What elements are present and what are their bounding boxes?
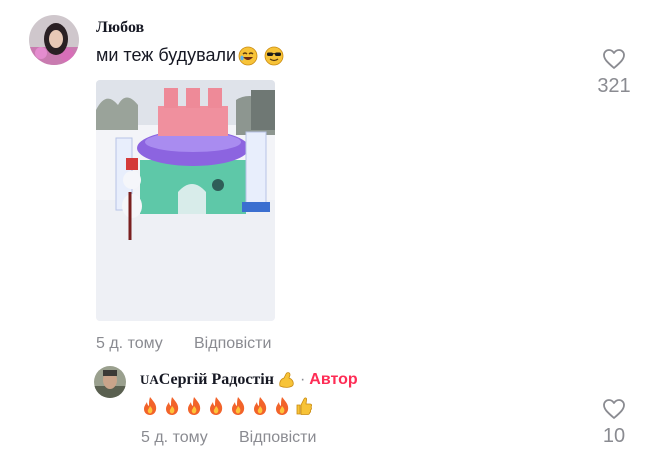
fire-emoji bbox=[210, 397, 223, 415]
author-badge: Автор bbox=[309, 371, 358, 388]
comment-text: ми теж будували bbox=[96, 45, 284, 66]
reply-emojis bbox=[140, 396, 314, 416]
reply-timestamp: 5 д. тому bbox=[141, 429, 208, 446]
header-separator: · bbox=[299, 371, 306, 388]
reply-button[interactable]: Відповісти bbox=[194, 335, 271, 353]
like-count: 321 bbox=[597, 75, 631, 97]
reply-header: UA Сергій Радостін · Автор bbox=[140, 370, 358, 390]
comment-body: ми теж будували bbox=[96, 45, 237, 65]
heart-icon bbox=[603, 49, 625, 69]
fire-emoji bbox=[254, 397, 267, 415]
fire-emoji bbox=[232, 397, 245, 415]
heart-icon bbox=[603, 399, 625, 419]
sunglasses-emoji bbox=[264, 46, 284, 65]
thumbs-up-emoji bbox=[296, 397, 313, 415]
reply-flag: UA bbox=[140, 372, 159, 387]
fire-emoji bbox=[188, 397, 201, 415]
comment-timestamp: 5 д. тому bbox=[96, 335, 163, 352]
fire-emoji bbox=[144, 397, 157, 415]
reply-username[interactable]: Сергій Радостін bbox=[159, 371, 274, 389]
commenter-avatar[interactable] bbox=[29, 15, 79, 65]
fire-emoji bbox=[276, 397, 289, 415]
reply-like-button[interactable]: 10 bbox=[584, 396, 644, 452]
like-button[interactable]: 321 bbox=[584, 46, 644, 102]
rolling-laughing-emoji bbox=[238, 46, 258, 65]
commenter-username[interactable]: Любов bbox=[96, 19, 144, 37]
reply-avatar[interactable] bbox=[94, 366, 126, 398]
fire-emoji bbox=[166, 397, 179, 415]
comment-photo[interactable] bbox=[96, 80, 275, 321]
flexed-biceps-emoji bbox=[279, 372, 294, 388]
reply-reply-button[interactable]: Відповісти bbox=[239, 429, 316, 447]
reply-like-count: 10 bbox=[602, 425, 626, 447]
